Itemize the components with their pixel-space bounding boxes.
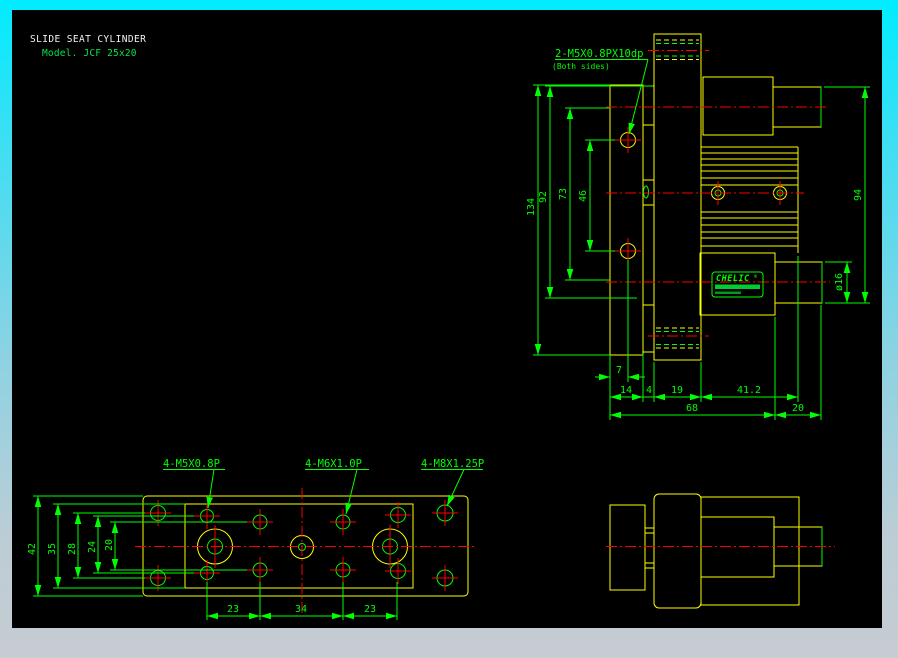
note-m5: 4-M5X0.8P: [163, 458, 220, 470]
note-m6: 4-M6X1.0P: [305, 458, 362, 470]
side-outline: [609, 493, 823, 609]
drawing-title: SLIDE SEAT CYLINDER: [30, 34, 146, 45]
top-centerlines: [135, 488, 474, 616]
front-view: CHELIC ® 2-M5X0.8PX10dp (Both sides) 134…: [526, 33, 870, 420]
front-dimension-texts: 134 92 73 46 94 ø16 7 14 4 19 41.2 68 20: [526, 188, 864, 414]
dim-24: 24: [87, 541, 98, 553]
brand-registered-mark: ®: [754, 274, 758, 280]
dim-73: 73: [558, 188, 569, 200]
dim-7: 7: [616, 365, 622, 376]
front-thread-note: 2-M5X0.8PX10dp (Both sides): [552, 48, 649, 135]
thread-note-sub: (Both sides): [552, 62, 610, 71]
brand-nameplate: CHELIC ®: [711, 271, 764, 298]
dim-14: 14: [620, 385, 632, 396]
dim-23-left: 23: [227, 604, 239, 615]
dim-92: 92: [538, 191, 549, 203]
dim-41-2: 41.2: [737, 385, 761, 396]
brand-name: CHELIC: [716, 274, 750, 284]
thread-note-text: 2-M5X0.8PX10dp: [555, 48, 644, 60]
drawing-model: Model. JCF 25x20: [42, 48, 137, 59]
drawing-title-block: SLIDE SEAT CYLINDER Model. JCF 25x20: [30, 34, 146, 59]
dim-4: 4: [646, 385, 652, 396]
top-view: 4-M5X0.8P 4-M6X1.0P 4-M8X1.25P 42 35 28 …: [27, 458, 484, 620]
dim-20-plate: 20: [104, 539, 115, 551]
dim-46: 46: [578, 190, 589, 202]
dim-68: 68: [686, 403, 698, 414]
dim-23-right: 23: [364, 604, 376, 615]
cad-screenshot: { "title": { "product": "SLIDE SEAT CYLI…: [0, 0, 898, 658]
dim-rod-diameter: ø16: [834, 273, 845, 291]
dim-42: 42: [27, 543, 38, 555]
cad-drawing: SLIDE SEAT CYLINDER Model. JCF 25x20 CHE…: [27, 33, 870, 620]
dim-134: 134: [526, 198, 537, 216]
cad-viewport[interactable]: SLIDE SEAT CYLINDER Model. JCF 25x20 CHE…: [12, 10, 882, 628]
front-green-details: [643, 43, 823, 345]
dim-34: 34: [295, 604, 307, 615]
dim-19: 19: [671, 385, 683, 396]
note-m8: 4-M8X1.25P: [421, 458, 484, 470]
dim-28: 28: [67, 543, 78, 555]
dim-94: 94: [853, 189, 864, 201]
dim-35: 35: [47, 543, 58, 555]
top-thread-notes: 4-M5X0.8P 4-M6X1.0P 4-M8X1.25P: [163, 458, 484, 515]
side-view: [606, 493, 835, 609]
dim-20: 20: [792, 403, 804, 414]
